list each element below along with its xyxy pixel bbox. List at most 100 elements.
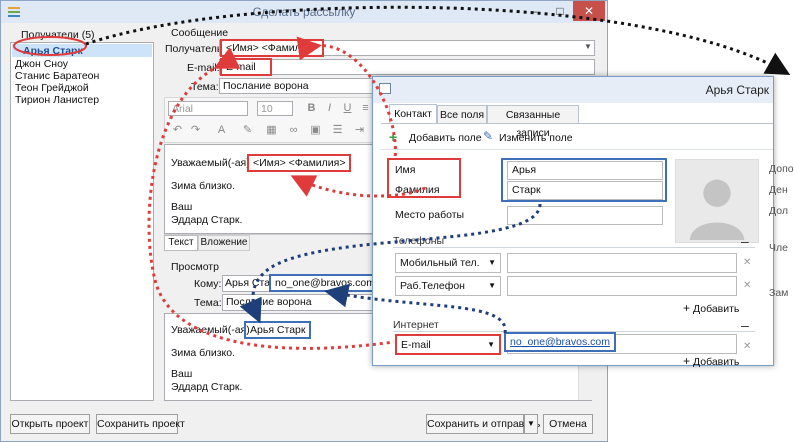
font-color-icon[interactable]: A [215,124,228,137]
link-icon[interactable]: ∞ [287,124,300,137]
image-icon[interactable]: ▣ [309,124,322,137]
subject-label: Тема: [191,81,219,93]
work-field[interactable] [507,206,663,225]
contact-card-icon [379,83,391,94]
bold-icon[interactable]: B [305,102,318,115]
close-button[interactable]: ✕ [573,1,605,21]
preview-subject: Послание ворона [222,294,379,311]
highlight-icon[interactable]: ✎ [241,124,254,137]
email-type: E-mail [401,339,431,351]
work-label: Место работы [395,209,465,221]
chevron-down-icon: ▼ [487,340,495,349]
tab-divider [381,123,773,124]
add-field-button[interactable]: Добавить поле [409,132,482,144]
underline-icon[interactable]: U [341,102,354,115]
avatar[interactable] [675,159,759,243]
remove-icon[interactable]: ✕ [743,341,751,352]
font-size-select[interactable]: 10 [257,101,293,116]
align-icon[interactable]: ≡ [359,102,372,115]
list-item[interactable]: Арья Старк [23,45,83,57]
open-project-button[interactable]: Открыть проект [10,414,90,434]
save-project-button[interactable]: Сохранить проект [96,414,185,434]
greeting-text: Уважаемый(-ая) [171,157,250,169]
chevron-down-icon: ▼ [488,281,496,290]
remove-icon[interactable]: ✕ [743,280,751,291]
remove-icon[interactable]: ✕ [743,257,751,268]
right-col-label: Дол [769,205,788,217]
list-item[interactable]: Станис Баратеон [15,70,99,82]
table-icon[interactable]: ▦ [265,124,278,137]
greeting-placeholder: <Имя> <Фамилия> [247,154,352,172]
email-field[interactable] [219,59,595,75]
person-icon [689,179,745,241]
collapse-internet-button[interactable]: – [741,317,749,333]
toolbar-divider [381,149,773,150]
phone-type-select[interactable]: Раб.Телефон ▼ [395,276,501,296]
plus-icon[interactable]: + [389,129,397,145]
recipients-header: Получатели (5) [21,29,95,41]
phone-field-2[interactable] [507,276,737,296]
contact-title: Арья Старк [705,83,769,97]
right-col-label: Допо [769,163,794,175]
message-section-title: Сообщение [171,27,229,39]
last-name-field[interactable]: Старк [507,181,663,200]
subject-field[interactable]: Послание ворона [219,78,379,94]
tab-all-fields[interactable]: Все поля [437,105,487,123]
list-item[interactable]: Теон Грейджой [15,82,89,94]
chevron-down-icon[interactable]: ▼ [584,42,592,51]
list-item[interactable]: Джон Сноу [15,58,68,70]
maximize-button[interactable]: □ [547,1,573,21]
title-bar: Сделать рассылку – □ ✕ [1,1,607,23]
chevron-down-icon: ▼ [488,258,496,267]
preview-subject-label: Тема: [194,297,222,309]
email-value[interactable]: no_one@bravos.com [504,332,616,352]
editor-line: Эддард Старк. [171,214,243,226]
last-name-label: Фамилия [395,184,440,196]
editor-line: Зима близко. [171,180,235,192]
editor-tabs: Текст Вложение [164,234,379,252]
right-col-label: Чле [769,242,788,254]
save-and-send-button[interactable]: Сохранить и отправить [426,414,540,434]
tab-text[interactable]: Текст [164,235,198,251]
phone-field-1[interactable] [507,253,737,273]
window-title: Сделать рассылку [252,5,356,19]
recipients-list[interactable]: Арья Старк Джон Сноу Станис Баратеон Тео… [10,42,154,401]
phone-type-2: Раб.Телефон [400,280,465,292]
list-item[interactable]: Тирион Ланистер [15,94,99,106]
add-phone-button[interactable]: Добавить [693,303,739,315]
redo-icon[interactable]: ↷ [189,124,202,137]
cancel-button[interactable]: Отмена [543,414,593,434]
indent-icon[interactable]: ⇥ [353,124,366,137]
list-icon[interactable]: ☰ [331,124,344,137]
right-col-label: Ден [769,184,788,196]
editor-line: Ваш [171,201,193,213]
undo-icon[interactable]: ↶ [171,124,184,137]
phone-type-select[interactable]: Мобильный тел. ▼ [395,253,501,273]
recipient-label: Получатель: [165,43,226,55]
italic-icon[interactable]: I [323,102,336,115]
add-email-button[interactable]: Добавить [693,356,739,368]
collapse-phones-button[interactable]: – [741,233,749,249]
message-editor[interactable]: Уважаемый(-ая) <Имя> <Фамилия> Зима близ… [164,144,379,234]
plus-icon[interactable]: + [683,354,690,368]
plus-icon[interactable]: + [683,301,690,315]
first-name-label: Имя [395,164,416,176]
tab-attachment[interactable]: Вложение [198,235,250,251]
editor-toolbar: Arial 10 B I U ≡ ↶ ↷ A ✎ ▦ ∞ ▣ ☰ ⇥ [164,97,379,143]
preview-name: Арья Старк [244,321,312,339]
tab-contact[interactable]: Контакт [389,104,437,124]
email-type-select[interactable]: E-mail ▼ [395,334,501,355]
to-email: no_one@bravos.com [269,274,381,292]
minimize-button[interactable]: – [521,1,547,21]
pencil-icon[interactable]: ✎ [483,129,493,143]
phones-section-title: Телефоны [393,235,445,247]
preview-line: Ваш [171,368,193,380]
contact-title-bar: Арья Старк [373,77,773,103]
tab-related[interactable]: Связанные записи [487,105,579,139]
chevron-down-icon[interactable]: ▼ [524,414,538,434]
contact-window: Арья Старк Контакт Все поля Связанные за… [372,76,794,368]
first-name-field[interactable]: Арья [507,161,663,180]
preview-line: Зима близко. [171,347,235,359]
font-select[interactable]: Arial [168,101,248,116]
edit-field-button[interactable]: Изменить поле [499,132,573,144]
